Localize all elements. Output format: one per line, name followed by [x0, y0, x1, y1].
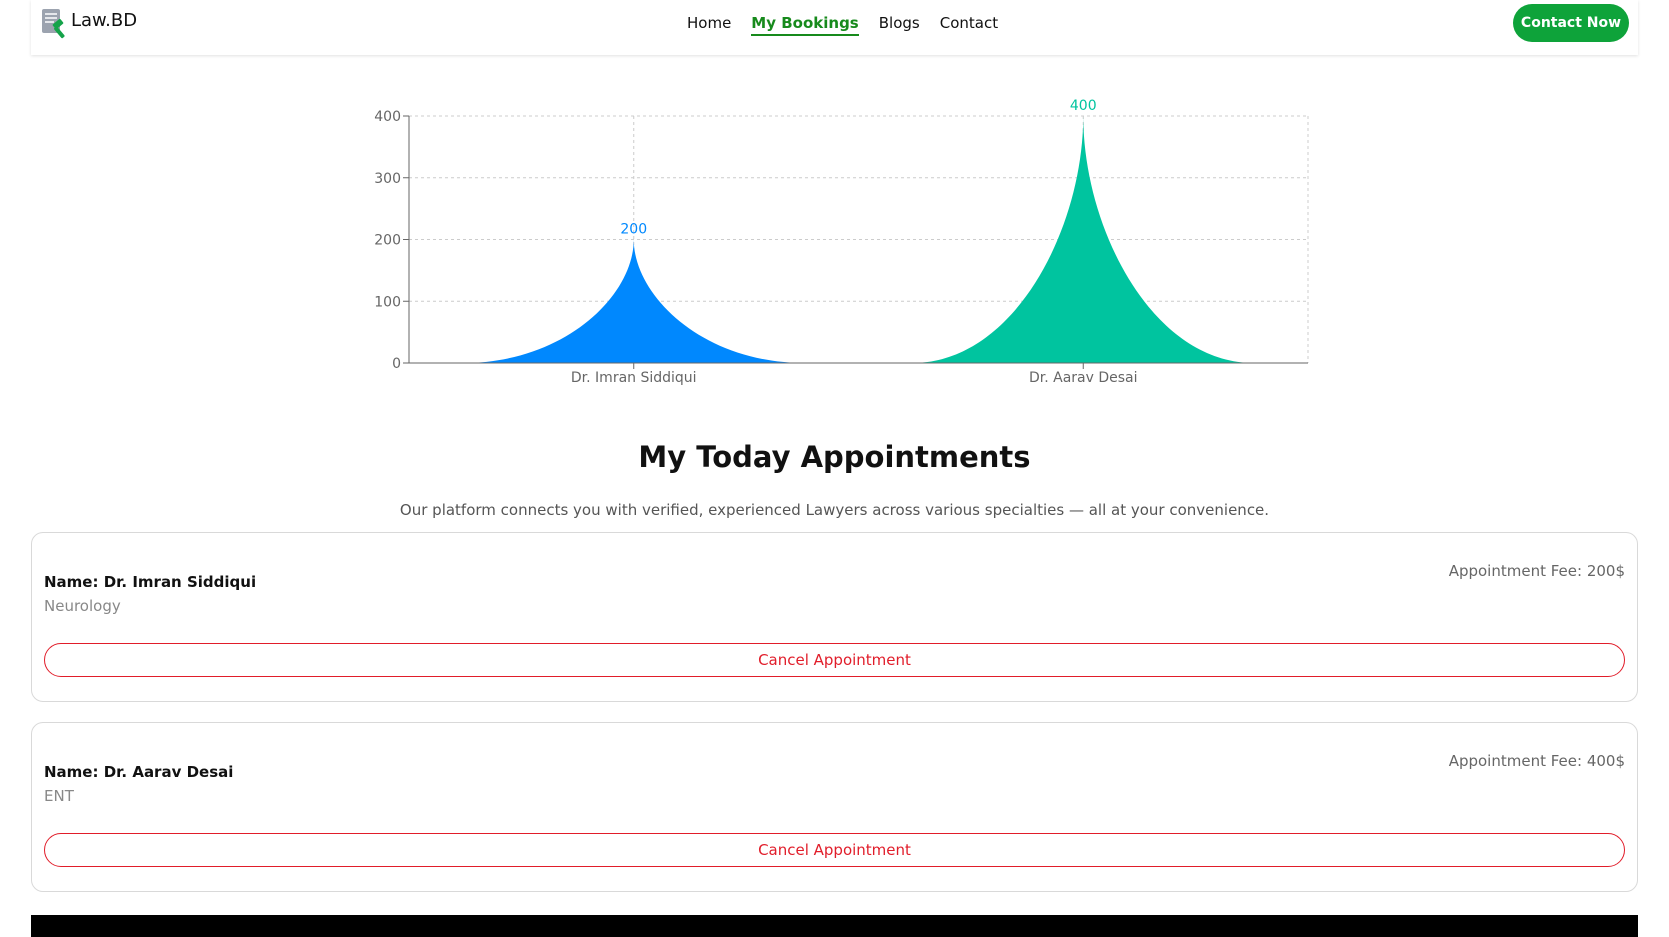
lawyer-name: Name: Dr. Aarav Desai: [44, 763, 234, 781]
fees-chart: 200 400 0 100 200 300 400 Dr. Imran Siddiqui Dr.…: [350, 90, 1320, 390]
brand-logo-link[interactable]: Law.BD: [39, 7, 137, 39]
x-tick-label: Dr. Aarav Desai: [1029, 370, 1138, 386]
x-tick-label: Dr. Imran Siddiqui: [571, 370, 697, 386]
appointment-card: Name: Dr. Aarav Desai ENT Appointment Fe…: [31, 722, 1638, 892]
brand-name: Law.BD: [71, 9, 138, 31]
page-subtitle: Our platform connects you with verified,…: [399, 501, 1270, 519]
main-navigation: Home My Bookings Blogs Contact: [687, 14, 998, 36]
chart-data-label: 400: [1070, 98, 1097, 114]
cancel-appointment-button[interactable]: Cancel Appointment: [44, 833, 1625, 867]
y-tick-label: 400: [374, 109, 401, 125]
nav-link-my-bookings[interactable]: My Bookings: [751, 14, 859, 36]
y-tick-label: 0: [392, 356, 401, 372]
lawyer-specialty: ENT: [44, 787, 74, 805]
nav-link-blogs[interactable]: Blogs: [879, 14, 920, 36]
lawyer-specialty: Neurology: [44, 597, 121, 615]
chart-data-label: 200: [620, 222, 647, 238]
nav-link-home[interactable]: Home: [687, 14, 731, 36]
cancel-appointment-button[interactable]: Cancel Appointment: [44, 643, 1625, 677]
page-title: My Today Appointments: [638, 440, 1031, 474]
fees-chart-svg: 200 400 0 100 200 300 400 Dr. Imran Siddiqui Dr.…: [374, 98, 1309, 386]
lawyer-name: Name: Dr. Imran Siddiqui: [44, 573, 257, 591]
footer: [31, 915, 1638, 937]
law-logo-icon: [42, 9, 65, 39]
y-tick-label: 100: [374, 294, 401, 310]
y-tick-label: 200: [374, 233, 401, 249]
nav-link-contact[interactable]: Contact: [940, 14, 998, 36]
appointment-fee: Appointment Fee: 200$: [1448, 562, 1625, 580]
top-navbar: Law.BD Home My Bookings Blogs Contact Co…: [31, 0, 1638, 55]
appointment-fee: Appointment Fee: 400$: [1448, 752, 1625, 770]
contact-now-button[interactable]: Contact Now: [1513, 4, 1629, 42]
appointment-card: Name: Dr. Imran Siddiqui Neurology Appoi…: [31, 532, 1638, 702]
y-tick-label: 300: [374, 171, 401, 187]
